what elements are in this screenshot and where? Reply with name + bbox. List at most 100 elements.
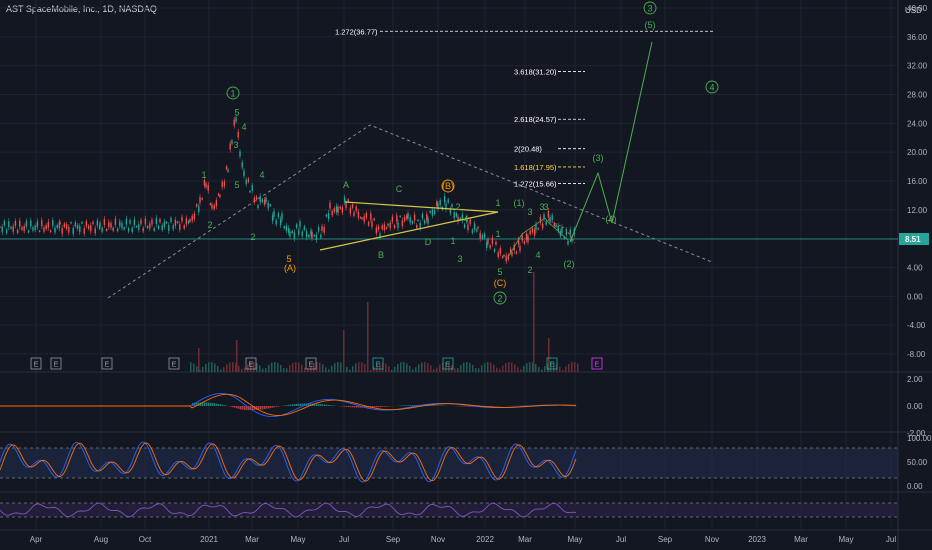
fib-level-label: 1.272(15.66)	[514, 179, 557, 188]
candle-body	[61, 227, 63, 234]
volume-bar	[484, 362, 486, 372]
candle-body	[229, 143, 231, 150]
candle-body	[187, 220, 190, 224]
volume-bar	[358, 362, 360, 372]
volume-bar	[517, 367, 519, 372]
volume-bar	[346, 367, 348, 372]
candle-body	[191, 215, 193, 221]
volume-bar	[412, 369, 414, 372]
candle-body	[501, 256, 504, 259]
wave-label-green: B	[378, 250, 384, 260]
volume-bar	[409, 365, 411, 372]
volume-bar	[559, 366, 561, 372]
candle-body	[370, 213, 372, 220]
volume-bar	[394, 366, 396, 372]
macd-axis[interactable]: 2.000.00-2.00	[907, 375, 926, 438]
volume-bar	[265, 367, 267, 372]
candle-body	[201, 198, 203, 200]
candle-body	[529, 230, 531, 235]
candle-body	[363, 216, 365, 222]
volume-bar	[280, 365, 282, 372]
candle-body	[101, 228, 103, 232]
macd-histogram-bar	[326, 404, 328, 406]
candle-body	[407, 213, 409, 219]
volume-bar	[526, 363, 528, 372]
volume-bar	[283, 368, 285, 372]
time-tick-label: Sep	[386, 535, 401, 544]
stoch-axis[interactable]: 100.00 50.00 0.00	[907, 434, 932, 491]
candle-body	[56, 224, 58, 228]
candle-body	[375, 227, 378, 234]
volume-bar	[370, 369, 372, 372]
volume-bar	[511, 362, 513, 372]
volume-bar	[520, 369, 522, 372]
candle-body	[433, 210, 436, 215]
macd-histogram-bar	[210, 402, 212, 406]
candle-body	[329, 202, 331, 209]
macd-histogram-bar	[206, 402, 208, 406]
volume-bar	[334, 363, 336, 372]
volume-bar	[277, 362, 279, 372]
price-axis[interactable]: 40.0036.0032.0028.0024.0020.0016.0012.00…	[899, 4, 929, 359]
candle-body	[215, 200, 218, 207]
price-chart[interactable]: 1.272(36.77) 3.618(31.20) 2.618(24.57) 2(20…	[0, 0, 932, 550]
candle-body	[259, 196, 261, 203]
candle-body	[403, 216, 406, 221]
projected-wave-path[interactable]	[569, 41, 653, 243]
candle-body	[144, 218, 147, 225]
triangle-pattern[interactable]	[319, 201, 499, 251]
macd-histogram-bar	[410, 405, 412, 406]
time-tick-label: 2021	[200, 535, 218, 544]
candle-body	[127, 228, 130, 232]
candle-body	[567, 240, 569, 245]
volume-spike	[343, 330, 345, 372]
candle-body	[381, 225, 383, 230]
candle-body	[489, 245, 491, 249]
wave-label-orange: (B)	[442, 181, 454, 191]
candle-body	[467, 224, 469, 231]
candle-body	[291, 230, 293, 234]
candle-body	[447, 199, 449, 203]
volume-bar	[223, 367, 225, 372]
volume-bar	[478, 368, 480, 372]
candle-body	[481, 234, 484, 239]
earnings-marker-label: E	[33, 360, 38, 369]
candle-body	[463, 224, 466, 228]
volume-bar	[388, 366, 390, 372]
candle-body	[68, 227, 70, 233]
candle-body	[83, 228, 85, 234]
volume-bar	[271, 362, 273, 372]
volume-bar	[190, 362, 192, 372]
candle-body	[146, 225, 149, 229]
volume-bar	[403, 362, 405, 372]
wave-label-green: (4)	[606, 214, 617, 224]
macd-histogram-bar	[264, 406, 266, 409]
time-axis[interactable]: Apr Aug Oct 2021 Mar May Jul Sep Nov 2022 Mar May Ju…	[30, 535, 897, 544]
candle-body	[241, 162, 243, 168]
candle-body	[357, 211, 360, 218]
macd-histogram-bar	[412, 405, 414, 406]
volume-bar	[571, 362, 573, 372]
wave-label-green: 2	[207, 220, 212, 230]
candle-body	[63, 223, 66, 227]
candle-body	[337, 206, 339, 213]
volume-bar	[241, 368, 243, 372]
volume-bar	[319, 362, 321, 372]
candle-body	[79, 226, 81, 233]
candle-body	[537, 228, 539, 230]
price-tick-label: 32.00	[907, 62, 928, 71]
candle-body	[455, 213, 458, 217]
macd-histogram-bar	[234, 406, 236, 408]
candle-body	[525, 233, 528, 240]
candle-body	[325, 214, 328, 217]
volume-bar	[286, 368, 288, 372]
macd-histogram-bar	[286, 405, 288, 406]
candle-body	[213, 205, 215, 209]
time-tick-label: Aug	[94, 535, 108, 544]
candle-body	[189, 219, 191, 222]
candle-body	[439, 200, 441, 206]
volume-bar	[262, 368, 264, 372]
wave-label-circled: 4	[709, 83, 714, 93]
candle-body	[416, 224, 418, 229]
wave-label-orange: (C)	[494, 278, 507, 288]
